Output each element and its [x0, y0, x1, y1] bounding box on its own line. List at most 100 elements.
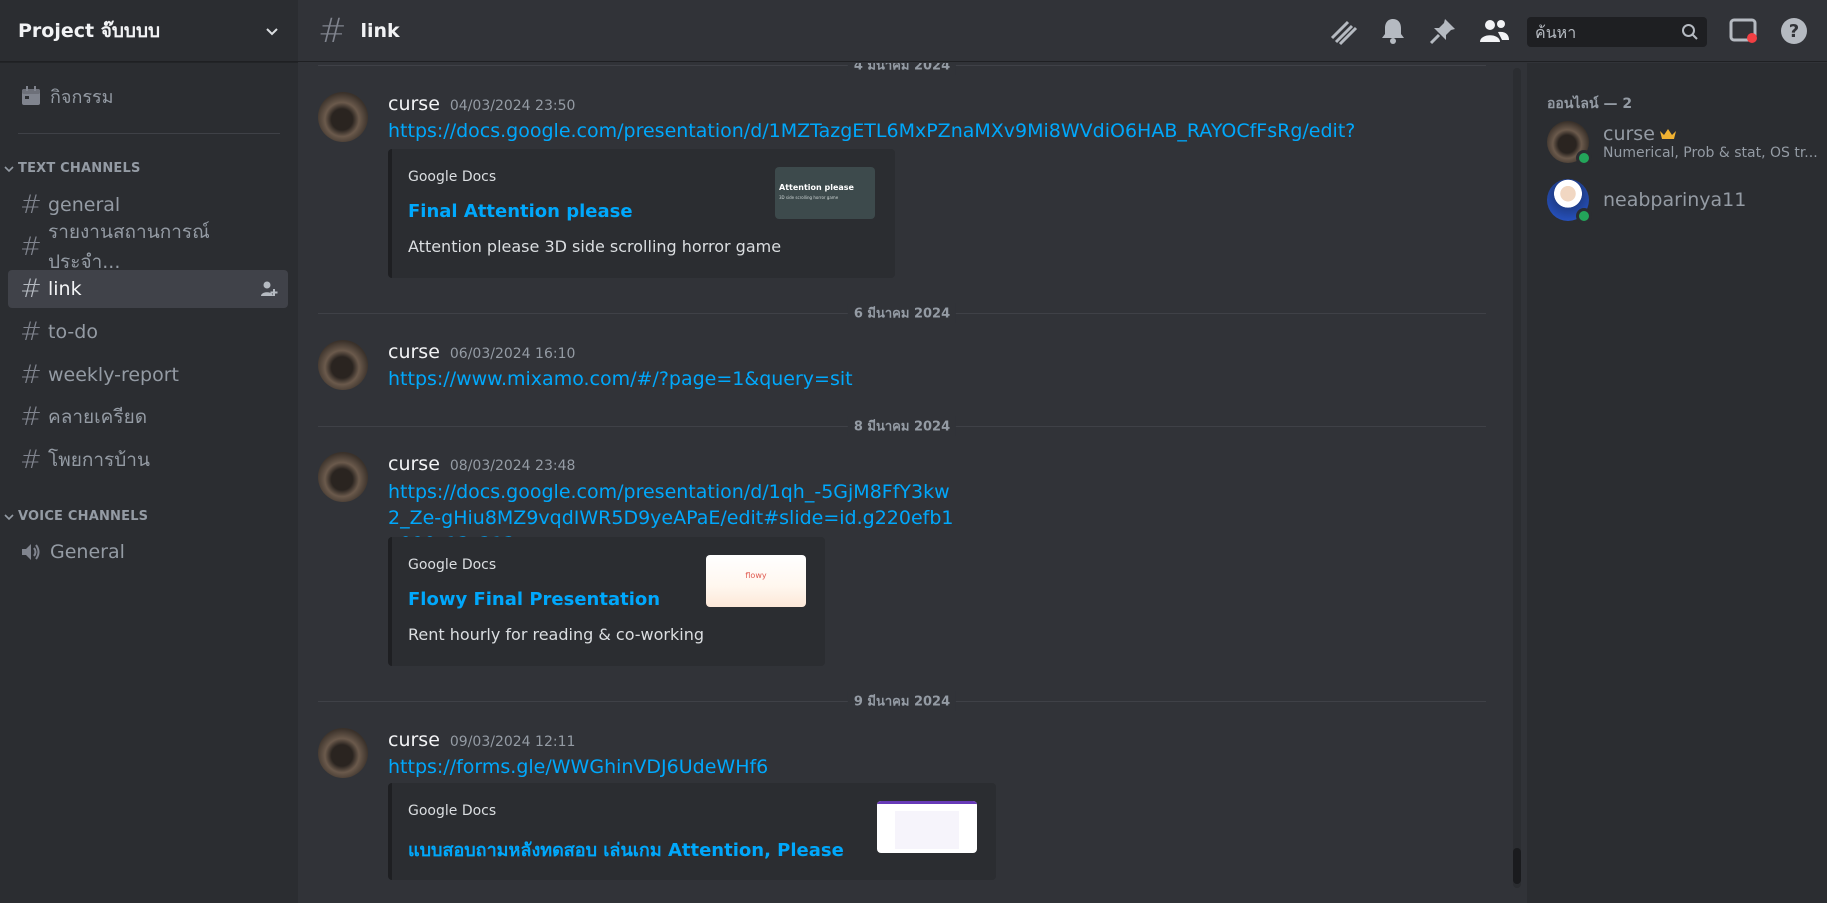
online-header: ออนไลน์ — 2	[1547, 96, 1633, 112]
message-header: curse 09/03/2024 12:11	[388, 729, 575, 751]
members-icon[interactable]	[1478, 16, 1510, 46]
search-box[interactable]	[1527, 17, 1707, 47]
bell-icon[interactable]	[1379, 16, 1407, 46]
pin-icon[interactable]	[1428, 16, 1458, 46]
sidebar-item-situation-report[interactable]: # รายงานสถานการณ์ประจำ...	[8, 221, 288, 273]
divider	[18, 133, 280, 134]
link-embed: Google Docs แบบสอบถามหลังทดสอบ เล่นเกม A…	[388, 783, 996, 880]
embed-description: Attention please 3D side scrolling horro…	[408, 237, 782, 256]
hash-icon: #	[20, 360, 42, 390]
help-icon[interactable]: ?	[1779, 16, 1809, 46]
timestamp: 09/03/2024 12:11	[449, 734, 576, 750]
hash-icon: #	[20, 317, 42, 347]
message-header: curse 06/03/2024 16:10	[388, 341, 575, 363]
date-label: 6 มีนาคม 2024	[847, 302, 957, 324]
channel-label: General	[50, 541, 125, 563]
author-name[interactable]: curse	[388, 341, 440, 363]
category-label: VOICE CHANNELS	[18, 509, 149, 524]
hash-icon: #	[20, 232, 42, 262]
hash-icon: #	[318, 10, 347, 51]
member-item[interactable]: curse Numerical, Prob & stat, OS tr...	[1547, 121, 1818, 166]
search-input[interactable]	[1535, 22, 1675, 42]
embed-thumbnail[interactable]: flowy	[706, 555, 806, 607]
chevron-down-icon	[266, 27, 278, 35]
embed-thumbnail[interactable]	[877, 801, 977, 853]
thumbnail-title: Attention please	[779, 183, 854, 192]
sidebar-item-homework[interactable]: # โพยการบ้าน	[8, 441, 288, 479]
author-name[interactable]: curse	[388, 93, 440, 115]
speaker-icon	[22, 544, 40, 560]
scrollbar-track[interactable]	[1513, 68, 1521, 888]
member-item[interactable]: neabparinya11	[1547, 179, 1747, 224]
date-divider: 4 มีนาคม 2024	[318, 63, 1486, 76]
avatar[interactable]	[318, 340, 368, 390]
author-name[interactable]: curse	[388, 729, 440, 751]
events-label: กิจกรรม	[50, 86, 114, 108]
avatar[interactable]	[318, 452, 368, 502]
link-embed: Google Docs Flowy Final Presentation Ren…	[388, 537, 825, 666]
author-name[interactable]: curse	[388, 453, 440, 475]
thumbnail-subtitle: 3D side scrolling horror game	[779, 195, 839, 200]
hash-icon: #	[20, 274, 42, 304]
member-name: neabparinya11	[1603, 189, 1747, 211]
server-header[interactable]: Project จ๊บบบบ	[0, 0, 298, 62]
date-label: 8 มีนาคม 2024	[847, 415, 957, 437]
embed-provider: Google Docs	[408, 169, 497, 185]
embed-title[interactable]: แบบสอบถามหลังทดสอบ เล่นเกม Attention, Pl…	[408, 835, 844, 864]
online-status-icon	[1576, 150, 1592, 166]
channel-label: link	[48, 278, 82, 300]
message-link[interactable]: https://forms.gle/WWGhinVDJ6UdeWHf6	[388, 754, 1388, 780]
text-channels-category[interactable]: TEXT CHANNELS	[4, 161, 141, 176]
channel-label: to-do	[48, 321, 98, 343]
svg-text:?: ?	[1789, 21, 1799, 42]
channel-label: คลายเครียด	[48, 406, 148, 428]
avatar	[1547, 121, 1592, 166]
channel-label: รายงานสถานการณ์ประจำ...	[48, 221, 210, 273]
channel-title: link	[360, 19, 400, 42]
embed-title[interactable]: Flowy Final Presentation	[408, 589, 660, 610]
timestamp: 04/03/2024 23:50	[449, 98, 576, 114]
embed-title[interactable]: Final Attention please	[408, 201, 633, 222]
timestamp: 06/03/2024 16:10	[449, 346, 576, 362]
sidebar-item-weekly-report[interactable]: # weekly-report	[8, 356, 288, 394]
events-button[interactable]: กิจกรรม	[8, 78, 290, 114]
avatar[interactable]	[318, 92, 368, 142]
server-name: Project จ๊บบบบ	[18, 19, 161, 42]
date-label: 4 มีนาคม 2024	[847, 63, 957, 76]
sidebar-item-link[interactable]: # link	[8, 270, 288, 308]
crown-icon	[1659, 129, 1676, 139]
add-member-icon[interactable]	[260, 280, 278, 298]
channel-label: weekly-report	[48, 364, 179, 386]
date-divider: 9 มีนาคม 2024	[318, 690, 1486, 712]
channel-label: โพยการบ้าน	[48, 449, 150, 471]
avatar	[1547, 179, 1592, 224]
sidebar-item-voice-general[interactable]: General	[8, 533, 288, 571]
channel-header: # link ?	[298, 0, 1827, 62]
member-status-text: Numerical, Prob & stat, OS tr...	[1603, 145, 1818, 161]
message-link[interactable]: https://www.mixamo.com/#/?page=1&query=s…	[388, 366, 1388, 392]
avatar[interactable]	[318, 728, 368, 778]
timestamp: 08/03/2024 23:48	[449, 458, 576, 474]
member-name: curse	[1603, 123, 1655, 145]
message-list: 4 มีนาคม 2024 curse 04/03/2024 23:50 htt…	[298, 63, 1511, 903]
sidebar-item-relax[interactable]: # คลายเครียด	[8, 398, 288, 436]
channel-label: general	[48, 194, 121, 216]
hash-icon: #	[20, 445, 42, 475]
scrollbar-thumb[interactable]	[1513, 848, 1521, 884]
threads-icon[interactable]	[1328, 16, 1358, 46]
message-header: curse 08/03/2024 23:48	[388, 453, 575, 475]
hash-icon: #	[20, 402, 42, 432]
embed-thumbnail[interactable]: Attention please 3D side scrolling horro…	[775, 167, 875, 219]
embed-provider: Google Docs	[408, 803, 497, 819]
date-divider: 8 มีนาคม 2024	[318, 415, 1486, 437]
inbox-icon[interactable]	[1728, 16, 1758, 46]
embed-provider: Google Docs	[408, 557, 497, 573]
thumbnail-title: flowy	[745, 571, 767, 580]
embed-description: Rent hourly for reading & co-working	[408, 625, 705, 644]
search-icon	[1682, 24, 1698, 40]
channel-sidebar: Project จ๊บบบบ กิจกรรม TEXT CHANNELS # g…	[0, 0, 298, 903]
chevron-down-icon	[4, 165, 14, 172]
member-list: ออนไลน์ — 2 curse Numerical, Prob & stat…	[1527, 63, 1827, 903]
voice-channels-category[interactable]: VOICE CHANNELS	[4, 509, 148, 524]
sidebar-item-to-do[interactable]: # to-do	[8, 313, 288, 351]
